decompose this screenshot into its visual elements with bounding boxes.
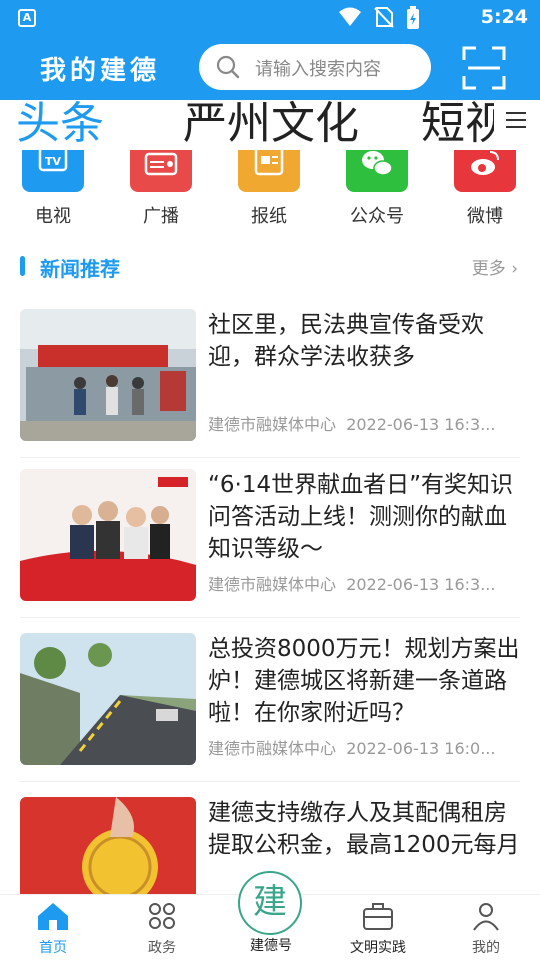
category-wechat-label: 公众号: [350, 206, 404, 227]
grid-icon: [149, 903, 175, 929]
news-source: 建德市融媒体中心: [208, 415, 337, 434]
battery-icon: [407, 6, 419, 29]
news-item[interactable]: 社区里，民法典宣传备受欢迎，群众学法收获多 建德市融媒体中心 2022-06-1…: [0, 309, 540, 473]
category-newspaper-label: 报纸: [251, 206, 287, 227]
home-icon: [38, 903, 68, 930]
status-icons: [338, 6, 420, 30]
status-time: 5:24: [480, 6, 528, 28]
search-input[interactable]: 请输入搜索内容: [199, 44, 431, 90]
tv-icon: TV: [22, 146, 84, 192]
svg-text:TV: TV: [45, 155, 62, 168]
nav-center-label: 建德号: [250, 938, 292, 954]
divider: [20, 781, 520, 782]
app-title: 我的建德: [40, 56, 161, 86]
news-meta: 建德市融媒体中心 2022-06-13 16:3...: [208, 411, 508, 435]
no-sim-icon: [374, 7, 394, 28]
category-tv-label: 电视: [35, 206, 71, 227]
category-weibo-label: 微博: [467, 206, 503, 227]
app-header: 我的建德 请输入搜索内容: [0, 36, 540, 100]
tab-yanzhou-culture[interactable]: 严州文化: [183, 100, 359, 150]
news-item[interactable]: 总投资8000万元！规划方案出炉！建德城区将新建一条道路啦！在你家附近吗？ 建德…: [0, 633, 540, 797]
news-headline: 社区里，民法典宣传备受欢迎，群众学法收获多: [208, 312, 484, 370]
news-time: 2022-06-13 16:3...: [346, 575, 496, 594]
weibo-icon: [454, 150, 516, 192]
nav-civic-label: 文明实践: [350, 940, 406, 956]
news-thumbnail: [20, 633, 196, 765]
scan-icon[interactable]: [462, 46, 506, 90]
category-radio[interactable]: 广播: [116, 150, 206, 228]
news-thumbnail: [20, 797, 196, 894]
news-meta: 建德市融媒体中心 2022-06-13 16:3...: [208, 571, 508, 595]
newspaper-icon: [238, 146, 300, 192]
wechat-icon: [346, 150, 408, 192]
news-headline: 建德支持缴存人及其配偶租房提取公积金，最高1200元每月: [208, 800, 520, 858]
jiande-logo-button[interactable]: 建: [238, 871, 302, 935]
category-weibo[interactable]: 微博: [440, 150, 530, 228]
news-source: 建德市融媒体中心: [208, 739, 337, 758]
notification-app-icon: A: [18, 9, 36, 27]
news-time: 2022-06-13 16:0...: [346, 739, 496, 758]
bottom-nav: 首页 政务 建 建德号 文明实践 我的: [0, 871, 540, 960]
category-row: TV 电视 广播 报纸 公众号 微博: [0, 146, 540, 232]
divider: [20, 617, 520, 618]
section-accent-bar: [20, 256, 25, 276]
nav-mine-label: 我的: [472, 940, 500, 956]
category-tv[interactable]: TV 电视: [8, 146, 98, 228]
news-headline: “6·14世界献血者日”有奖知识问答活动上线！测测你的献血知识等级～: [208, 472, 514, 562]
news-meta: 建德市融媒体中心 2022-06-13 16:0...: [208, 735, 508, 759]
channel-tabs: 头条 严州文化 短视: [0, 100, 540, 150]
news-time: 2022-06-13 16:3...: [346, 415, 496, 434]
nav-civic-practice[interactable]: 文明实践: [343, 901, 413, 957]
category-radio-label: 广播: [143, 206, 179, 227]
category-newspaper[interactable]: 报纸: [224, 146, 314, 228]
news-thumbnail: [20, 309, 196, 441]
search-icon: [216, 55, 240, 79]
briefcase-icon: [363, 903, 393, 930]
category-wechat[interactable]: 公众号: [332, 150, 422, 228]
wifi-icon: [339, 7, 361, 26]
section-title: 新闻推荐: [40, 257, 120, 281]
news-source: 建德市融媒体中心: [208, 575, 337, 594]
nav-gov[interactable]: 政务: [127, 901, 197, 957]
nav-mine[interactable]: 我的: [451, 901, 521, 957]
nav-gov-label: 政务: [148, 940, 176, 956]
tab-headline[interactable]: 头条: [16, 100, 104, 150]
user-icon: [473, 903, 499, 931]
nav-home-label: 首页: [39, 940, 67, 956]
news-headline: 总投资8000万元！规划方案出炉！建德城区将新建一条道路啦！在你家附近吗？: [208, 636, 520, 726]
news-item[interactable]: “6·14世界献血者日”有奖知识问答活动上线！测测你的献血知识等级～ 建德市融媒…: [0, 469, 540, 633]
divider: [20, 457, 520, 458]
news-section-header: 新闻推荐 更多 ›: [0, 248, 540, 288]
nav-home[interactable]: 首页: [18, 901, 88, 957]
more-link[interactable]: 更多 ›: [472, 254, 518, 279]
menu-icon[interactable]: [506, 112, 526, 133]
chevron-right-icon: ›: [505, 259, 518, 279]
search-placeholder: 请输入搜索内容: [255, 59, 381, 80]
status-bar: A 5:24: [0, 0, 540, 36]
news-thumbnail: [20, 469, 196, 601]
radio-icon: [130, 150, 192, 192]
more-label: 更多: [471, 259, 506, 279]
